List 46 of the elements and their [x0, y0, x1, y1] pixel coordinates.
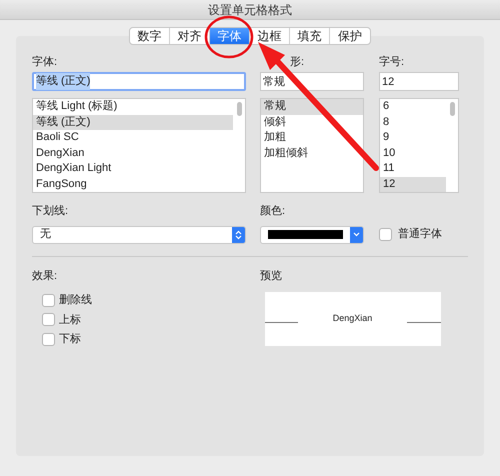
- color-select[interactable]: [260, 226, 364, 244]
- preview-text: DengXian: [332, 312, 374, 326]
- size-field[interactable]: 12: [379, 72, 459, 91]
- list-item[interactable]: 等线 Light (标题): [33, 99, 233, 114]
- list-item[interactable]: 加粗倾斜: [261, 146, 363, 161]
- list-item[interactable]: 9: [380, 130, 446, 146]
- stepper-icon: [232, 226, 245, 242]
- list-item[interactable]: 10: [380, 146, 446, 161]
- font-field[interactable]: 等线 (正文): [32, 72, 246, 91]
- underline-select[interactable]: 无: [32, 226, 246, 244]
- list-item[interactable]: FangSong: [33, 176, 233, 192]
- list-item[interactable]: 11: [380, 161, 446, 176]
- chevron-icon: [350, 226, 363, 242]
- list-item[interactable]: 12: [380, 176, 446, 192]
- list-item[interactable]: 加粗: [261, 130, 363, 146]
- list-item[interactable]: 等线 (正文): [33, 114, 233, 130]
- effect-label: 下标: [59, 332, 81, 347]
- list-item[interactable]: 常规: [261, 99, 363, 114]
- effect-label: 上标: [59, 312, 81, 328]
- normal-font-label: 普通字体: [398, 226, 442, 242]
- list-item[interactable]: DengXian Light: [33, 161, 233, 176]
- preview-label: 预览: [260, 268, 283, 284]
- checkbox[interactable]: [42, 294, 55, 307]
- list-item[interactable]: Baoli SC: [33, 130, 233, 146]
- list-item[interactable]: 6: [380, 99, 446, 114]
- tab[interactable]: 填充: [290, 28, 330, 44]
- window-title: 设置单元格格式: [208, 2, 292, 18]
- font-label: 字体:: [32, 54, 58, 68]
- effects-label: 效果:: [32, 268, 58, 284]
- effect-label: 删除线: [59, 293, 92, 308]
- checkbox[interactable]: [42, 313, 55, 326]
- scrollbar-thumb[interactable]: [450, 102, 454, 116]
- style-label: 形:: [289, 55, 306, 68]
- list-item[interactable]: 8: [380, 114, 446, 130]
- tab[interactable]: 字体: [210, 28, 250, 44]
- annotation-circle: [204, 16, 254, 58]
- tab[interactable]: 保护: [330, 28, 370, 44]
- list-item[interactable]: 倾斜: [261, 114, 363, 130]
- checkbox[interactable]: [379, 228, 392, 241]
- scrollbar-thumb[interactable]: [236, 102, 242, 116]
- style-field[interactable]: 常规: [260, 72, 364, 91]
- underline-label: 下划线:: [32, 204, 70, 219]
- list-item[interactable]: DengXian: [33, 146, 233, 161]
- size-label: 字号:: [379, 54, 406, 68]
- color-label: 颜色:: [260, 204, 286, 219]
- checkbox[interactable]: [42, 332, 55, 346]
